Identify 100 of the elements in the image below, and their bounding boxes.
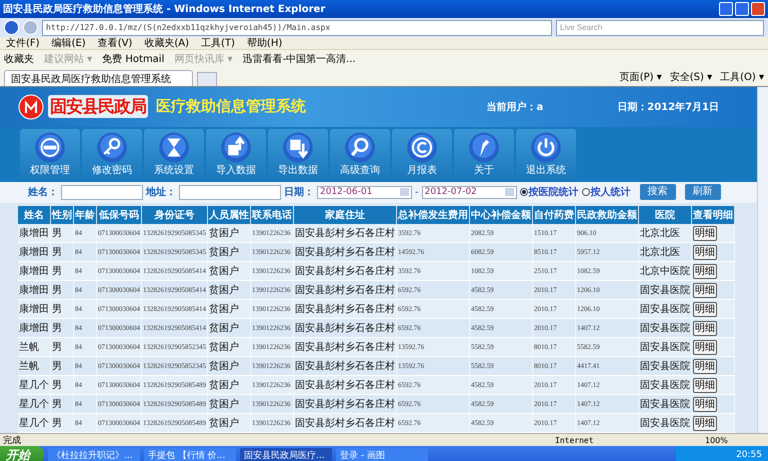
detail-button[interactable]: 明细 xyxy=(693,358,717,374)
table-cell: 贫困户 xyxy=(208,414,250,433)
table-cell: 贫困户 xyxy=(208,224,250,243)
toolbar-button[interactable]: 高级查询 xyxy=(330,129,390,180)
table-cell: 固安县彭村乡石各庄村 xyxy=(294,338,396,357)
column-header: 查看明细 xyxy=(692,206,734,224)
power-icon xyxy=(530,132,562,164)
toolbar-button[interactable]: 导出数据 xyxy=(268,129,328,180)
table-cell: 固安县彭村乡石各庄村 xyxy=(294,300,396,319)
start-button[interactable]: 开始 xyxy=(0,446,44,461)
column-header: 联系电话 xyxy=(250,206,294,224)
taskbar-button[interactable]: 手提包 【行情 价... xyxy=(144,448,236,461)
table-cell: 贫困户 xyxy=(208,376,250,395)
table-cell: 固安县医院 xyxy=(638,394,692,414)
table-cell: 男 xyxy=(50,300,74,319)
table-cell: 男 xyxy=(50,280,74,300)
name-label: 姓名： xyxy=(28,186,58,200)
taskbar-button[interactable]: 登录 - 画图 xyxy=(336,448,428,461)
maximize-button[interactable] xyxy=(735,2,749,16)
menu-item[interactable]: 收藏夹(A) xyxy=(144,36,189,50)
table-cell: 固安县医院 xyxy=(638,414,692,433)
detail-button[interactable]: 明细 xyxy=(693,396,717,412)
radio-option[interactable]: 按人统计 xyxy=(582,185,631,200)
favorites-link[interactable]: 迅雷看看-中国第一高清... xyxy=(242,52,356,66)
detail-button[interactable]: 明细 xyxy=(693,282,717,298)
new-tab-button[interactable] xyxy=(197,72,217,86)
radio-icon[interactable] xyxy=(520,188,528,196)
toolbar-button[interactable]: 修改密码 xyxy=(82,129,142,180)
form-button[interactable]: 搜索 xyxy=(640,184,676,200)
column-header: 中心补偿金额 xyxy=(470,206,532,224)
table-cell: 贫困户 xyxy=(208,262,250,281)
form-button[interactable]: 刷新 xyxy=(684,184,721,200)
table-cell: 男 xyxy=(50,224,74,243)
toolbar-button[interactable]: 关于 xyxy=(454,129,514,180)
toolbar-button[interactable]: 权限管理 xyxy=(20,129,80,180)
system-name: 医疗救助信息管理系统 xyxy=(156,97,306,116)
calendar-icon[interactable] xyxy=(504,188,514,196)
command-menu[interactable]: 页面(P) ▾ xyxy=(620,70,662,84)
detail-button[interactable]: 明细 xyxy=(693,244,717,260)
zone-indicator: Internet xyxy=(555,436,595,444)
table-cell: 男 xyxy=(50,376,74,395)
search-field[interactable]: Live Search xyxy=(556,20,764,36)
table-cell: 北京北医 xyxy=(638,242,692,262)
table-cell: 固安县彭村乡石各庄村 xyxy=(294,318,396,338)
column-header: 医院 xyxy=(638,206,692,224)
name-field[interactable] xyxy=(61,184,143,200)
favorites-link[interactable]: 免费 Hotmail xyxy=(102,52,164,66)
detail-button[interactable]: 明细 xyxy=(693,416,717,431)
minimize-button[interactable] xyxy=(719,2,733,16)
scrollbar[interactable] xyxy=(757,87,768,433)
favorites-button[interactable]: 收藏夹 xyxy=(4,52,34,66)
date-field[interactable]: 2012-07-02 xyxy=(422,186,517,199)
toolbar-button[interactable]: 导入数据 xyxy=(206,129,266,180)
calendar-icon[interactable] xyxy=(400,188,409,196)
table-cell: 兰帆 xyxy=(18,356,50,376)
table-cell: 男 xyxy=(50,394,74,414)
org-name: 固安县民政局 xyxy=(48,95,148,118)
date-field[interactable]: 2012-06-01 xyxy=(317,186,412,199)
taskbar-button[interactable]: 《杜拉拉升职记》... xyxy=(48,448,140,461)
radio-icon[interactable] xyxy=(582,188,590,196)
toolbar-button[interactable]: 退出系统 xyxy=(516,129,576,180)
table-cell: 贫困户 xyxy=(208,338,250,357)
table-cell: 固安县彭村乡石各庄村 xyxy=(294,376,396,395)
menu-item[interactable]: 工具(T) xyxy=(201,36,235,50)
hourglass-icon xyxy=(158,132,190,164)
menu-item[interactable]: 文件(F) xyxy=(6,36,40,50)
detail-button[interactable]: 明细 xyxy=(693,340,717,355)
table-cell: 贫困户 xyxy=(208,300,250,319)
detail-button[interactable]: 明细 xyxy=(693,226,717,241)
close-button[interactable] xyxy=(751,2,765,16)
current-date: 日期：2012年7月1日 xyxy=(617,100,719,114)
taskbar-button[interactable]: 固安县民政局医疗... xyxy=(240,448,332,461)
address-field[interactable]: http://127.0.0.1/mz/(S(n2edxxb11qzkhyjveroiah45))/Main.aspx xyxy=(42,20,552,36)
detail-button[interactable]: 明细 xyxy=(693,378,717,393)
command-menu[interactable]: 安全(S) ▾ xyxy=(670,70,712,84)
menu-item[interactable]: 查看(V) xyxy=(98,36,132,50)
table-cell: 贫困户 xyxy=(208,242,250,262)
radio-option[interactable]: 按医院统计 xyxy=(520,185,579,200)
browser-tab[interactable]: 固安县民政局医疗救助信息管理系统 xyxy=(4,70,193,86)
table-cell: 固安县医院 xyxy=(638,280,692,300)
column-header: 身份证号 xyxy=(142,206,208,224)
address-label: 地址： xyxy=(146,186,176,200)
detail-button[interactable]: 明细 xyxy=(693,320,717,336)
toolbar-button[interactable]: 月报表 xyxy=(392,129,452,180)
toolbar-button[interactable]: 系统设置 xyxy=(144,129,204,180)
menu-item[interactable]: 编辑(E) xyxy=(52,36,86,50)
address-input[interactable] xyxy=(179,184,281,200)
command-menu[interactable]: 工具(O) ▾ xyxy=(720,70,764,84)
table-cell: 兰帆 xyxy=(18,338,50,357)
detail-button[interactable]: 明细 xyxy=(693,264,717,279)
back-button[interactable] xyxy=(4,20,19,35)
detail-button[interactable]: 明细 xyxy=(693,302,717,317)
minus-icon xyxy=(34,132,66,164)
zoom-control[interactable]: 100% xyxy=(705,436,765,444)
table-cell: 男 xyxy=(50,338,74,357)
copyright-icon xyxy=(406,132,438,164)
table-cell: 固安县彭村乡石各庄村 xyxy=(294,224,396,243)
table-cell: 固安县彭村乡石各庄村 xyxy=(294,242,396,262)
menu-item[interactable]: 帮助(H) xyxy=(246,36,282,50)
pen-icon xyxy=(468,132,500,164)
